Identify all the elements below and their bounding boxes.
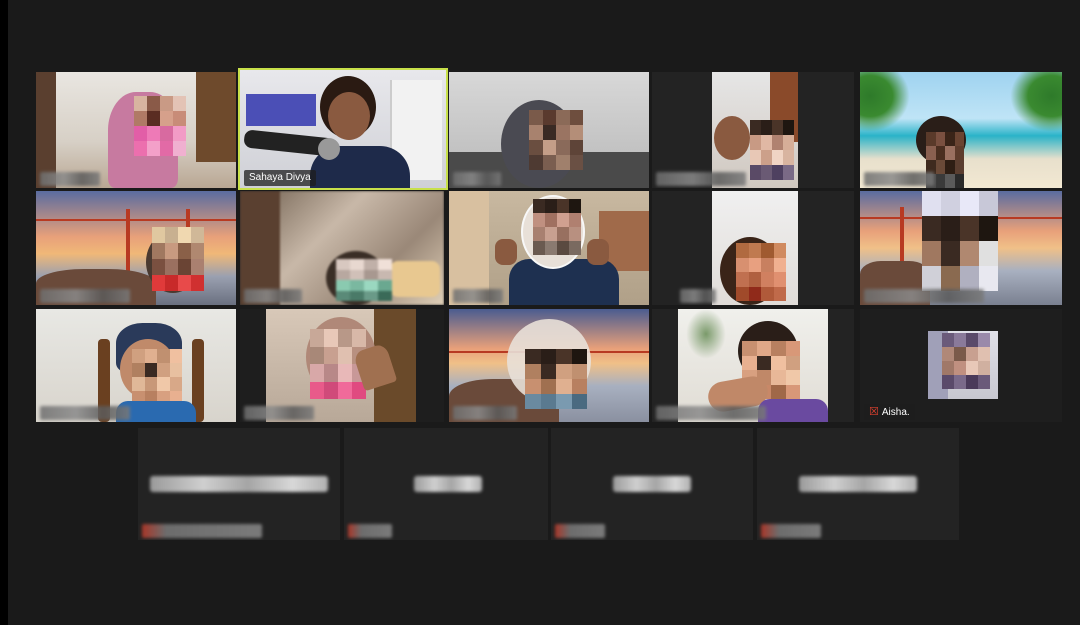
participant-tile-active-speaker[interactable]: Sahaya Divya [238, 68, 448, 190]
participant-tile-13[interactable] [449, 309, 649, 422]
participant-display-name [150, 476, 328, 492]
participant-tile-1[interactable] [36, 72, 236, 188]
participant-name-label [453, 172, 501, 186]
participant-tile-7[interactable] [240, 191, 444, 305]
participant-name-label [244, 289, 302, 303]
participant-name-label [142, 524, 262, 538]
participant-tile-3[interactable] [449, 72, 649, 188]
participant-name-label [244, 406, 314, 420]
participant-display-name [414, 476, 482, 492]
participant-tile-video-off-2[interactable] [344, 428, 548, 540]
video-feed [712, 72, 798, 188]
participant-tile-aisha[interactable]: ☒ Aisha. [860, 309, 1062, 422]
participant-tile-9[interactable] [652, 191, 854, 305]
participant-display-name [799, 476, 917, 492]
participant-tile-5[interactable] [860, 72, 1062, 188]
participant-name-label [864, 172, 934, 186]
participant-name-label [761, 524, 821, 538]
participant-name-label: Sahaya Divya [244, 170, 316, 186]
participant-name-label [348, 524, 392, 538]
participant-tile-video-off-1[interactable] [138, 428, 340, 540]
participant-tile-6[interactable] [36, 191, 236, 305]
participant-tile-10[interactable] [860, 191, 1062, 305]
video-feed [449, 72, 649, 188]
participant-tile-4[interactable] [652, 72, 854, 188]
participant-name-label [656, 172, 746, 186]
participant-tile-11[interactable] [36, 309, 236, 422]
video-feed [449, 191, 649, 305]
participant-name-label [656, 406, 766, 420]
participant-name-label [40, 289, 130, 303]
participant-name-label [864, 289, 984, 303]
participant-name-label [680, 289, 716, 303]
participant-tile-14[interactable] [652, 309, 854, 422]
participant-tile-video-off-3[interactable] [551, 428, 753, 540]
participant-name-label [453, 406, 517, 420]
participant-name-label [40, 172, 100, 186]
mic-muted-icon: ☒ [869, 406, 879, 418]
video-feed [36, 72, 236, 188]
participant-tile-video-off-4[interactable] [757, 428, 959, 540]
participant-name-label: ☒ Aisha. [864, 404, 915, 420]
participant-name-label [40, 406, 130, 420]
video-feed [928, 331, 998, 399]
participant-name-label [453, 289, 503, 303]
participant-tile-8[interactable] [449, 191, 649, 305]
window-edge [0, 0, 8, 625]
participant-name-label [555, 524, 605, 538]
virtual-background-golden-gate [860, 191, 1062, 305]
virtual-background-golden-gate [36, 191, 236, 305]
participant-display-name [613, 476, 691, 492]
participant-tile-12[interactable] [240, 309, 444, 422]
participant-name: Aisha. [881, 407, 910, 418]
video-feed-blurred [240, 191, 444, 305]
virtual-background-beach [860, 72, 1062, 188]
video-feed [712, 191, 798, 305]
